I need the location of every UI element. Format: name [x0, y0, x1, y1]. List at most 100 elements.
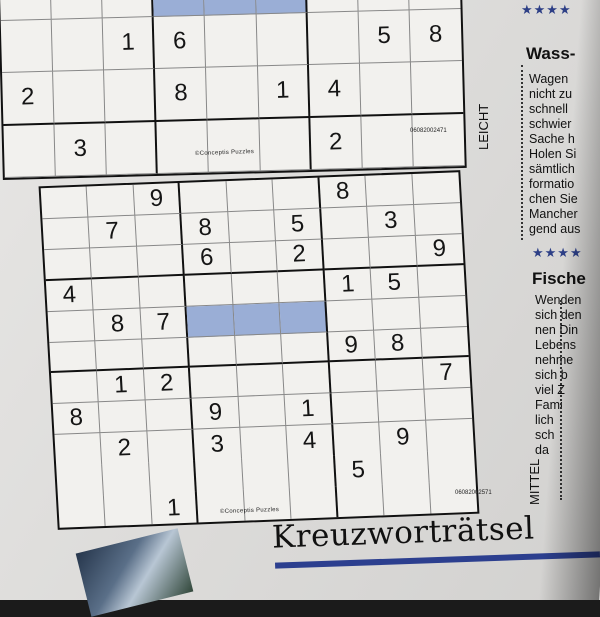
sudoku-cell [375, 359, 425, 392]
sudoku-cell [53, 70, 106, 125]
sudoku-cell [412, 113, 465, 168]
sudoku-cell [329, 360, 378, 394]
sudoku-cell [320, 206, 369, 240]
sudoku-cell: 8 [181, 211, 230, 245]
sudoku-cell [90, 246, 139, 280]
sudoku-cell [413, 203, 462, 236]
puzzle-id-bottom: 06082002571 [455, 490, 492, 496]
sudoku-cell: 4 [286, 424, 335, 458]
sudoku-cell: 5 [274, 208, 323, 242]
sudoku-cell: 7 [140, 306, 189, 340]
sudoku-cell [57, 495, 107, 528]
sudoku-cell [104, 493, 153, 526]
sudoku-cell [87, 184, 136, 218]
sudoku-cell: 6 [153, 15, 207, 70]
sudoku-cell [51, 17, 105, 72]
sudoku-cell [361, 114, 414, 169]
sudoku-cell: 2 [203, 0, 257, 16]
sudoku-cell [156, 120, 210, 174]
sudoku-cell [365, 173, 414, 207]
sudoku-cell [206, 66, 259, 121]
sudoku-cell: 7 [88, 215, 137, 249]
sudoku-cell [332, 422, 382, 456]
sudoku-cell [418, 295, 467, 329]
sudoku-cell [142, 337, 191, 370]
sudoku-cell [279, 301, 328, 334]
sudoku-cell [0, 19, 54, 74]
sudoku-cell [188, 335, 237, 369]
sudoku-cell: 3 [367, 204, 416, 238]
sudoku-cell [136, 244, 186, 278]
puzzle-id-top: 06082002471 [410, 128, 447, 134]
sudoku-cell [417, 264, 466, 298]
sudoku-cell [410, 60, 464, 115]
sudoku-cell [326, 299, 375, 332]
sudoku-cell [424, 388, 473, 421]
sudoku-cell [272, 177, 321, 211]
sudoku-cell [145, 398, 194, 432]
crossword-title: Kreuzworträtsel [271, 510, 536, 556]
sudoku-cell: 8 [409, 8, 462, 63]
sudoku-cell: 2 [310, 116, 363, 170]
sudoku-cell [420, 326, 469, 360]
sudoku-cell: 1 [97, 369, 146, 403]
sudoku-cell [195, 458, 244, 492]
sudoku-cell: 5 [370, 266, 419, 300]
sudoku-cell: 1 [284, 393, 333, 427]
sudoku-cell [240, 426, 289, 459]
sudoku-cell [336, 484, 385, 518]
sudoku-cell [238, 395, 287, 429]
sudoku-cell [359, 62, 413, 117]
sudoku-cell: 9 [379, 420, 428, 454]
sudoku-cell: 6 [183, 242, 232, 276]
sudoku-cell [0, 0, 52, 21]
sudoku-cell [51, 371, 100, 405]
photo-thumbnail [75, 528, 194, 617]
sudoku-cell [283, 362, 332, 396]
sudoku-grid-mittel: 9878536294158798127891234951 [38, 170, 480, 530]
sudoku-cell [56, 464, 105, 497]
sudoku-cell [236, 364, 285, 398]
sudoku-cell [281, 331, 330, 365]
sudoku-cell [104, 69, 157, 123]
sudoku-cell [105, 121, 159, 176]
sudoku-cell [256, 12, 309, 67]
sudoku-cell [147, 429, 196, 463]
sudoku-cell [288, 455, 337, 488]
sudoku-cell [233, 302, 282, 336]
sudoku-cell [231, 271, 280, 305]
sudoku-cell [47, 309, 96, 343]
sudoku-cell [152, 0, 206, 17]
sudoku-cell: 4 [45, 279, 94, 312]
sudoku-cell [381, 451, 430, 485]
sudoku-cell [197, 489, 246, 523]
sudoku-cell: 9 [191, 397, 241, 430]
sudoku-cell: 1 [257, 64, 311, 119]
sudoku-cell [372, 297, 421, 331]
sudoku-cell [289, 486, 339, 519]
sudoku-cell: 8 [52, 402, 101, 436]
sudoku-cell [377, 390, 426, 423]
sudoku-cell [92, 277, 141, 310]
sudoku-cell [307, 11, 360, 65]
sudoku-cell [426, 419, 474, 452]
sudoku-cell [148, 460, 198, 494]
sudoku-cell: 4 [308, 63, 362, 118]
sudoku-cell [190, 366, 239, 399]
sudoku-cell [135, 213, 184, 247]
sudoku-cell: 8 [155, 67, 208, 122]
sudoku-cell: 3 [193, 428, 242, 461]
sudoku-cell [382, 482, 431, 516]
sudoku-cell [102, 462, 151, 496]
sudoku-cell [138, 275, 187, 309]
sudoku-cell [49, 340, 98, 374]
sudoku-cell [226, 179, 275, 212]
sudoku-cell [368, 235, 418, 269]
sudoku-cell [429, 481, 477, 514]
column-divider-1 [521, 65, 527, 240]
sudoku-cell [229, 241, 278, 274]
sudoku-cell [427, 450, 475, 483]
sudoku-cell: 2 [143, 368, 192, 401]
sudoku-cell [322, 237, 371, 271]
sudoku-cell: 3 [54, 122, 108, 177]
